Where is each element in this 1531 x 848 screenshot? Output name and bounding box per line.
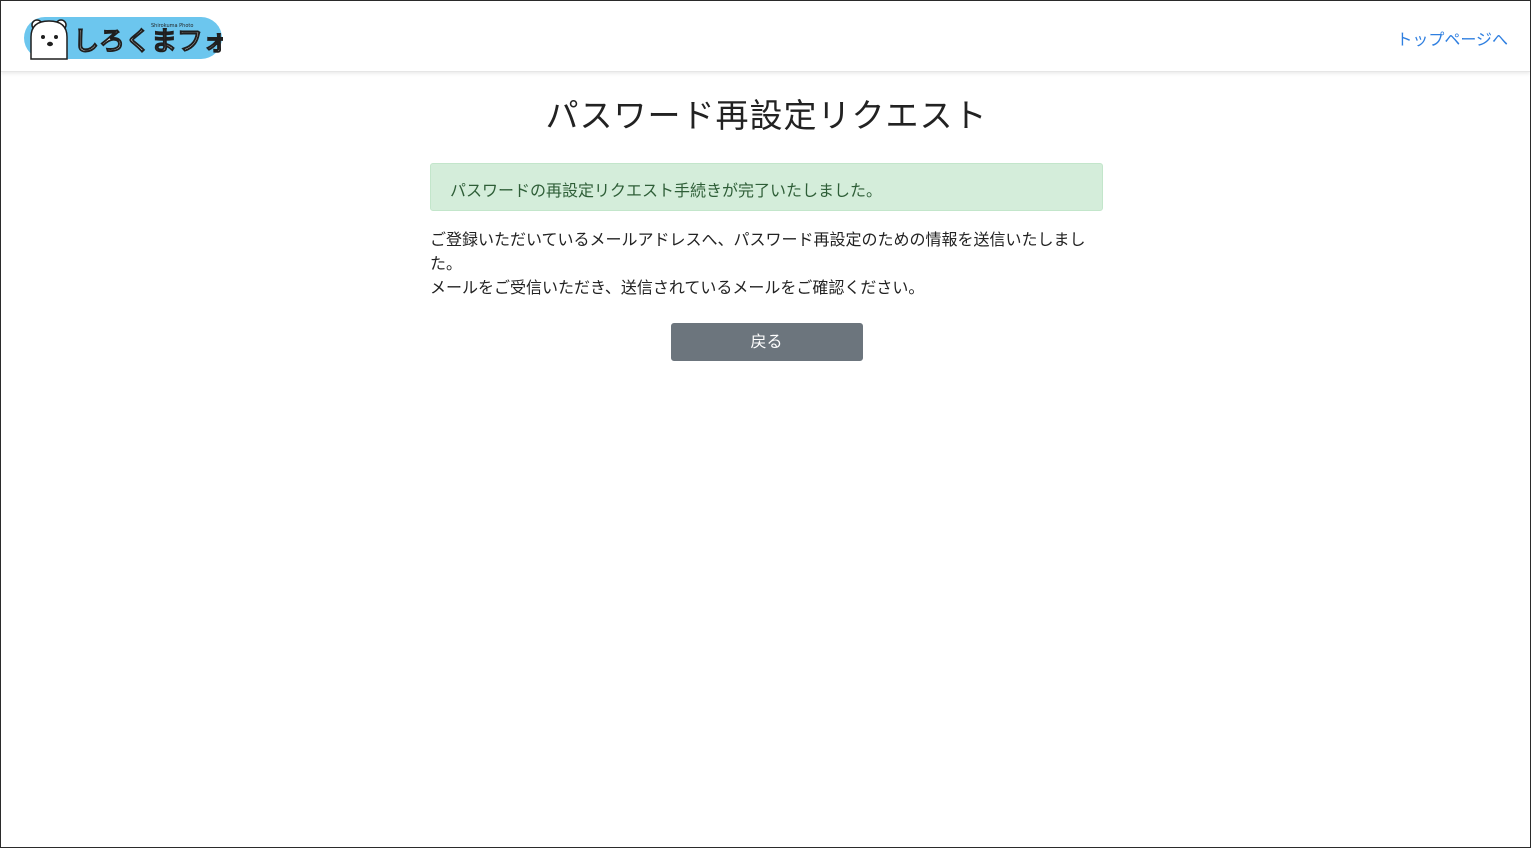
main-content: パスワード再設定リクエスト パスワードの再設定リクエスト手続きが完了いたしました… (430, 73, 1103, 361)
info-message-line: ご登録いただいているメールアドレスへ、パスワード再設定のための情報を送信いたしま… (430, 230, 1086, 273)
back-button[interactable]: 戻る (670, 323, 863, 361)
button-row: 戻る (430, 323, 1103, 361)
polar-bear-logo-icon: しろくまフォト Shirokuma Photo (24, 17, 223, 60)
browser-frame: しろくまフォト Shirokuma Photo トップページへ パスワード再設定… (0, 0, 1531, 848)
info-message: ご登録いただいているメールアドレスへ、パスワード再設定のための情報を送信いたしま… (430, 228, 1103, 300)
success-alert-text: パスワードの再設定リクエスト手続きが完了いたしました。 (450, 181, 883, 200)
success-alert: パスワードの再設定リクエスト手続きが完了いたしました。 (430, 163, 1103, 211)
top-page-link[interactable]: トップページへ (1396, 26, 1508, 50)
page-title: パスワード再設定リクエスト (545, 96, 988, 135)
logo-text: しろくまフォト (73, 27, 223, 57)
logo-subtext: Shirokuma Photo (151, 23, 193, 29)
site-logo[interactable]: しろくまフォト Shirokuma Photo (23, 15, 223, 61)
info-message-line: メールをご受信いただき、送信されているメールをご確認ください。 (430, 278, 925, 297)
site-header: しろくまフォト Shirokuma Photo トップページへ (1, 1, 1530, 72)
